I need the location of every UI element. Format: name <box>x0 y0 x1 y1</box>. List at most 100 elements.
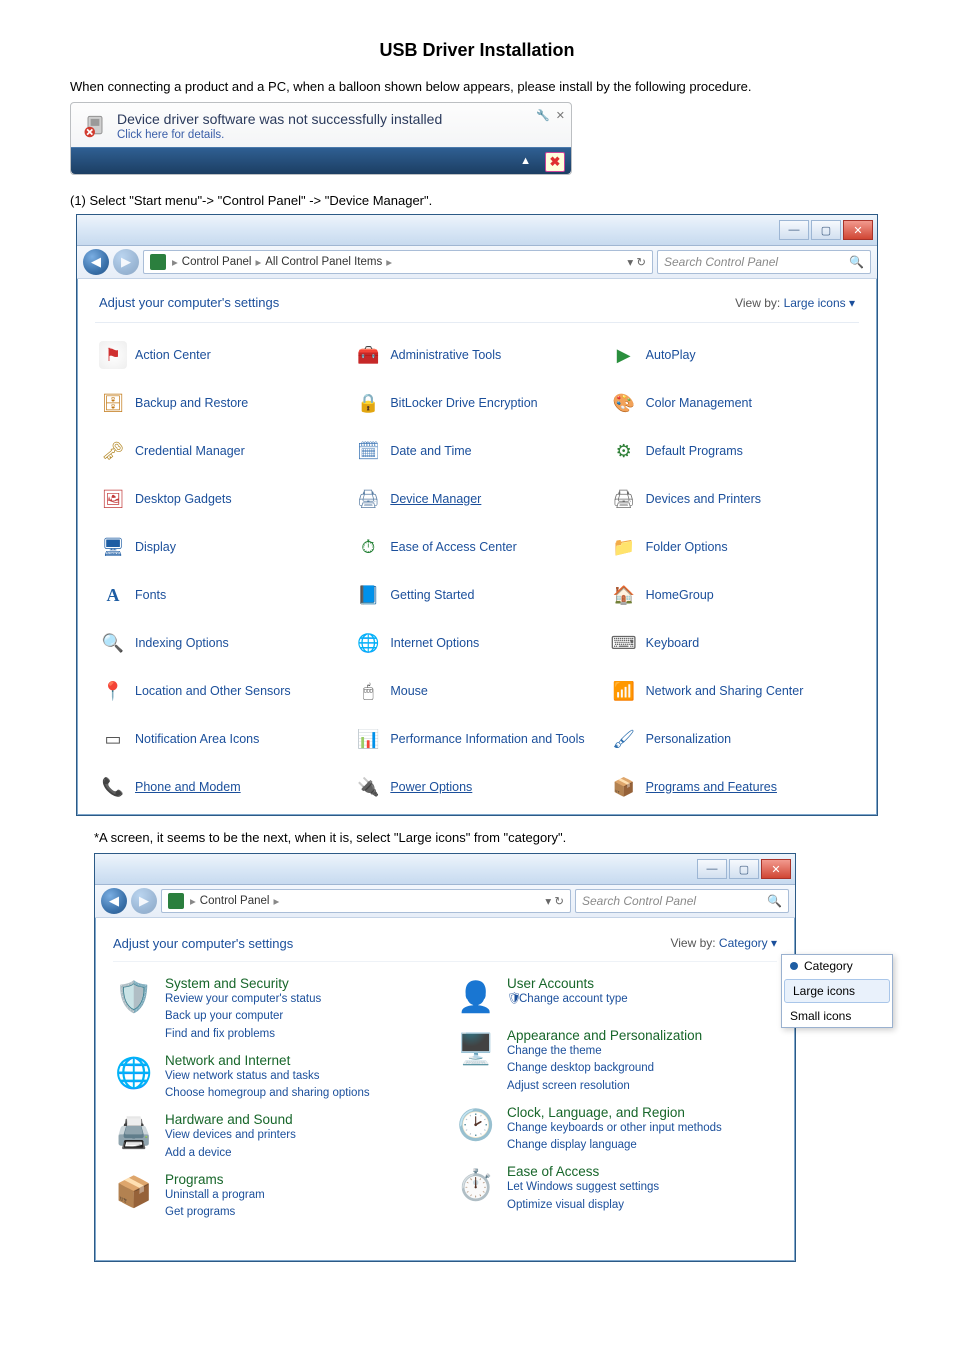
cp-item-mouse[interactable]: Mouse <box>354 677 599 705</box>
control-panel-large-icons-window: — ▢ ✕ ◀ ▶ ▸ Control Panel ▸ All Control … <box>76 214 878 816</box>
cp-item-credential-manager[interactable]: Credential Manager <box>99 437 344 465</box>
cp-item-action-center[interactable]: Action Center <box>99 341 344 369</box>
cp-item-default-programs[interactable]: Default Programs <box>610 437 855 465</box>
cp-item-indexing-options[interactable]: Indexing Options <box>99 629 344 657</box>
cp-item-devices-and-printers[interactable]: Devices and Printers <box>610 485 855 513</box>
close-icon[interactable]: ✕ <box>556 109 565 122</box>
cp-item-power-options[interactable]: Power Options <box>354 773 599 801</box>
cat-ease-access[interactable]: ⏱️ Ease of Access Let Windows suggest se… <box>455 1164 777 1214</box>
cp-item-homegroup[interactable]: HomeGroup <box>610 581 855 609</box>
view-by[interactable]: View by: Category ▾ <box>670 932 777 950</box>
crumb-dropdown-icon[interactable]: ▾ ↻ <box>545 894 564 908</box>
link-change-account[interactable]: 🛡Change account type <box>507 991 628 1008</box>
devmgr-icon <box>354 485 382 513</box>
cp-item-date-and-time[interactable]: Date and Time <box>354 437 599 465</box>
cp-item-notification-area-icons[interactable]: Notification Area Icons <box>99 725 344 753</box>
cp-item-label: Folder Options <box>646 540 728 555</box>
cp-item-administrative-tools[interactable]: Administrative Tools <box>354 341 599 369</box>
clock-icon: 🕑 <box>455 1105 497 1147</box>
cp-item-phone-and-modem[interactable]: Phone and Modem <box>99 773 344 801</box>
cat-appearance[interactable]: 🖥️ Appearance and Personalization Change… <box>455 1028 777 1095</box>
colormgmt-icon <box>610 389 638 417</box>
link-get-programs[interactable]: Get programs <box>165 1204 265 1221</box>
cp-item-programs-and-features[interactable]: Programs and Features <box>610 773 855 801</box>
cat-system-security[interactable]: 🛡️ System and Security Review your compu… <box>113 976 435 1043</box>
cp-item-label: Date and Time <box>390 444 471 459</box>
cp-item-label: Power Options <box>390 780 472 795</box>
cp-item-network-and-sharing-center[interactable]: Network and Sharing Center <box>610 677 855 705</box>
balloon-title: Device driver software was not successfu… <box>117 111 442 127</box>
cat-network-internet[interactable]: 🌐 Network and Internet View network stat… <box>113 1053 435 1103</box>
crumb-dropdown-icon[interactable]: ▾ ↻ <box>627 255 646 269</box>
link-homegroup[interactable]: Choose homegroup and sharing options <box>165 1085 370 1102</box>
cp-item-ease-of-access-center[interactable]: Ease of Access Center <box>354 533 599 561</box>
cat-clock-lang[interactable]: 🕑 Clock, Language, and Region Change key… <box>455 1105 777 1155</box>
close-button[interactable]: ✕ <box>843 220 873 240</box>
link-adjust-res[interactable]: Adjust screen resolution <box>507 1078 702 1095</box>
menu-category[interactable]: Category <box>782 955 892 977</box>
cp-item-desktop-gadgets[interactable]: Desktop Gadgets <box>99 485 344 513</box>
back-button[interactable]: ◀ <box>83 249 109 275</box>
crumb-a[interactable]: Control Panel <box>182 256 252 268</box>
link-optimize-display[interactable]: Optimize visual display <box>507 1197 659 1214</box>
link-change-theme[interactable]: Change the theme <box>507 1043 702 1060</box>
cp-item-autoplay[interactable]: AutoPlay <box>610 341 855 369</box>
link-change-desktop[interactable]: Change desktop background <box>507 1060 702 1077</box>
search-input[interactable]: Search Control Panel 🔍 <box>575 889 789 913</box>
breadcrumb[interactable]: ▸ Control Panel ▸ ▾ ↻ <box>161 889 571 913</box>
cp-item-device-manager[interactable]: Device Manager <box>354 485 599 513</box>
cat-hardware-sound[interactable]: 🖨️ Hardware and Sound View devices and p… <box>113 1112 435 1162</box>
wrench-icon[interactable]: 🔧 <box>536 109 550 122</box>
menu-large-icons[interactable]: Large icons <box>784 979 890 1003</box>
cp-item-keyboard[interactable]: Keyboard <box>610 629 855 657</box>
link-find-fix[interactable]: Find and fix problems <box>165 1026 321 1043</box>
link-uninstall[interactable]: Uninstall a program <box>165 1187 265 1204</box>
cat-user-accounts[interactable]: 👤 User Accounts 🛡Change account type <box>455 976 777 1018</box>
link-net-status[interactable]: View network status and tasks <box>165 1068 370 1085</box>
crumb-b[interactable]: All Control Panel Items <box>265 256 382 268</box>
close-button[interactable]: ✕ <box>761 859 791 879</box>
cp-item-bitlocker-drive-encryption[interactable]: BitLocker Drive Encryption <box>354 389 599 417</box>
breadcrumb[interactable]: ▸ Control Panel ▸ All Control Panel Item… <box>143 250 653 274</box>
link-add-device[interactable]: Add a device <box>165 1145 296 1162</box>
cp-item-folder-options[interactable]: Folder Options <box>610 533 855 561</box>
minimize-button[interactable]: — <box>697 859 727 879</box>
control-panel-category-window: — ▢ ✕ ◀ ▶ ▸ Control Panel ▸ ▾ ↻ Search C… <box>94 853 796 1262</box>
install-balloon[interactable]: Device driver software was not successfu… <box>70 102 572 175</box>
crumb-a[interactable]: Control Panel <box>200 895 270 907</box>
link-change-lang[interactable]: Change display language <box>507 1137 722 1154</box>
link-review-status[interactable]: Review your computer's status <box>165 991 321 1008</box>
cp-item-color-management[interactable]: Color Management <box>610 389 855 417</box>
cp-item-fonts[interactable]: Fonts <box>99 581 344 609</box>
cp-item-display[interactable]: Display <box>99 533 344 561</box>
flag-icon <box>99 341 127 369</box>
ease-icon: ⏱️ <box>455 1164 497 1206</box>
cp-item-internet-options[interactable]: Internet Options <box>354 629 599 657</box>
minimize-button[interactable]: — <box>779 220 809 240</box>
cat-programs[interactable]: 📦 Programs Uninstall a program Get progr… <box>113 1172 435 1222</box>
forward-button[interactable]: ▶ <box>131 888 157 914</box>
search-input[interactable]: Search Control Panel 🔍 <box>657 250 871 274</box>
cp-item-location-and-other-sensors[interactable]: Location and Other Sensors <box>99 677 344 705</box>
cp-item-getting-started[interactable]: Getting Started <box>354 581 599 609</box>
cp-item-backup-and-restore[interactable]: Backup and Restore <box>99 389 344 417</box>
view-by[interactable]: View by: Large icons ▾ <box>735 296 855 310</box>
tray-arrow-icon[interactable]: ▲ <box>520 155 531 167</box>
forward-button[interactable]: ▶ <box>113 249 139 275</box>
back-button[interactable]: ◀ <box>101 888 127 914</box>
search-placeholder: Search Control Panel <box>664 255 778 269</box>
maximize-button[interactable]: ▢ <box>729 859 759 879</box>
cp-item-label: Administrative Tools <box>390 348 501 363</box>
link-backup[interactable]: Back up your computer <box>165 1008 321 1025</box>
cp-item-label: Display <box>135 540 176 555</box>
folder-icon <box>610 533 638 561</box>
menu-small-icons[interactable]: Small icons <box>782 1005 892 1027</box>
cp-item-performance-information-and-tools[interactable]: Performance Information and Tools <box>354 725 599 753</box>
cp-item-personalization[interactable]: Personalization <box>610 725 855 753</box>
maximize-button[interactable]: ▢ <box>811 220 841 240</box>
cp-item-label: Devices and Printers <box>646 492 761 507</box>
link-devices-printers[interactable]: View devices and printers <box>165 1127 296 1144</box>
link-change-keyboard[interactable]: Change keyboards or other input methods <box>507 1120 722 1137</box>
link-suggest-settings[interactable]: Let Windows suggest settings <box>507 1179 659 1196</box>
tray-error-icon[interactable]: ✖ <box>545 152 565 172</box>
